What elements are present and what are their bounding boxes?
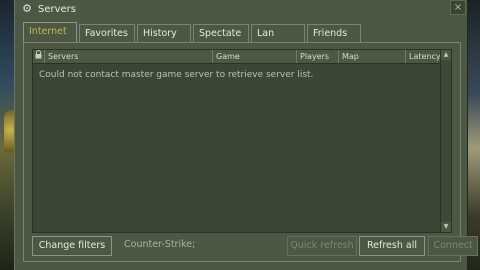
- filter-summary: Counter-Strike;: [124, 239, 196, 250]
- tab-bar: Internet Favorites History Spectate Lan …: [23, 22, 363, 43]
- change-filters-button[interactable]: Change filters: [32, 236, 112, 256]
- tab-spectate[interactable]: Spectate: [193, 24, 249, 42]
- column-header-servers[interactable]: Servers: [45, 50, 213, 63]
- tab-internet[interactable]: Internet: [23, 22, 77, 43]
- bottom-bar: Change filters Counter-Strike; Quick ref…: [32, 236, 478, 256]
- window-title: Servers: [38, 3, 77, 15]
- tab-history[interactable]: History: [137, 24, 191, 42]
- connect-button[interactable]: Connect: [428, 236, 478, 256]
- column-header-latency[interactable]: Latency: [406, 50, 441, 63]
- servers-window: ⚙ Servers × Internet Favorites History S…: [14, 0, 478, 270]
- tab-panel-internet: Servers Game Players Map Latency Could n…: [23, 42, 478, 262]
- vertical-scrollbar[interactable]: ▲ ▼: [440, 50, 451, 232]
- column-headers: Servers Game Players Map Latency: [33, 50, 451, 64]
- title-bar[interactable]: ⚙ Servers: [15, 0, 467, 18]
- steam-icon: ⚙: [22, 2, 32, 15]
- column-header-players[interactable]: Players: [297, 50, 339, 63]
- lock-icon[interactable]: [33, 50, 45, 63]
- column-header-game[interactable]: Game: [213, 50, 297, 63]
- tab-favorites[interactable]: Favorites: [79, 24, 135, 42]
- tab-lan[interactable]: Lan: [251, 24, 305, 42]
- column-header-map[interactable]: Map: [339, 50, 406, 63]
- tab-friends[interactable]: Friends: [307, 24, 361, 42]
- quick-refresh-button[interactable]: Quick refresh: [287, 236, 357, 256]
- server-list[interactable]: Servers Game Players Map Latency Could n…: [32, 49, 452, 233]
- refresh-all-button[interactable]: Refresh all: [359, 236, 425, 256]
- close-button[interactable]: ×: [450, 0, 466, 15]
- status-message: Could not contact master game server to …: [39, 70, 314, 80]
- scroll-up-arrow-icon[interactable]: ▲: [441, 50, 451, 60]
- scroll-down-arrow-icon[interactable]: ▼: [441, 222, 451, 232]
